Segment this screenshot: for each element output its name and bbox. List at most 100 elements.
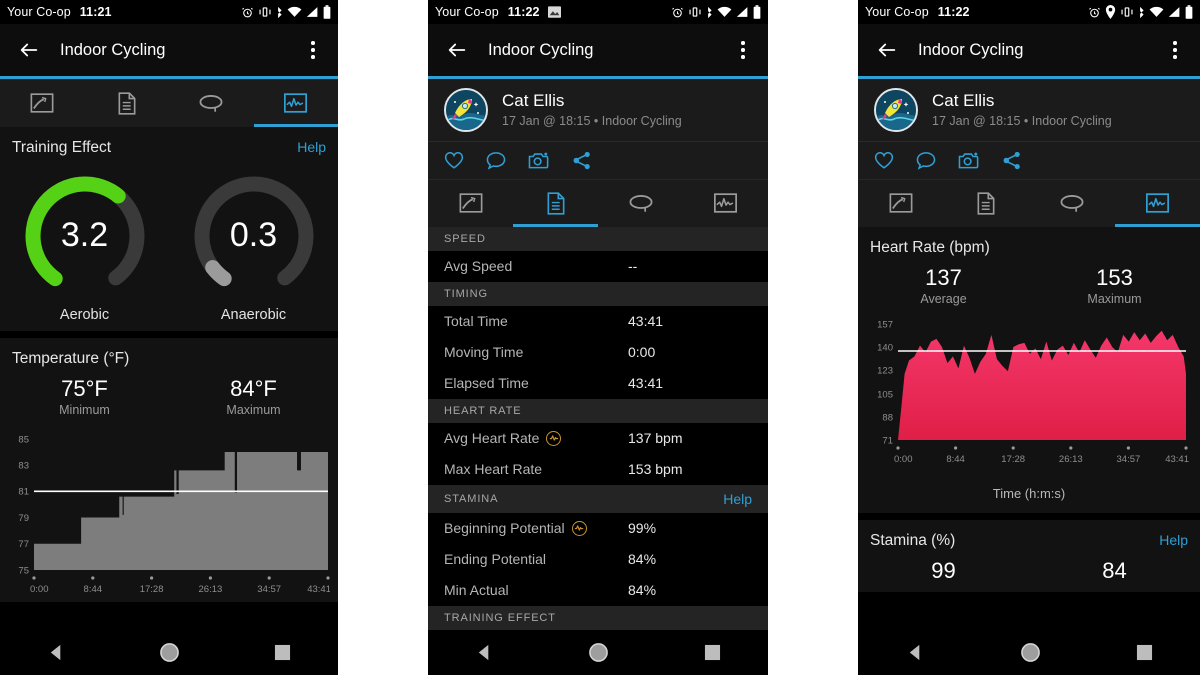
temperature-min-value: 75°F: [61, 375, 108, 401]
tab-graphs[interactable]: [1114, 180, 1200, 227]
detail-section-title: TRAINING EFFECT: [444, 611, 556, 624]
tab-indicator: [253, 124, 338, 127]
more-vertical-icon[interactable]: [1162, 35, 1188, 65]
share-icon[interactable]: [1002, 151, 1022, 170]
vibrate-icon: [1120, 6, 1134, 18]
detail-row-label: Min Actual: [444, 582, 509, 598]
comment-icon[interactable]: [486, 151, 506, 170]
detail-row: Total Time 43:41: [428, 306, 768, 337]
photo-icon[interactable]: [528, 151, 550, 170]
more-vertical-icon[interactable]: [730, 35, 756, 65]
vibrate-icon: [258, 6, 272, 18]
signal-icon: [1168, 6, 1181, 18]
tab-laps[interactable]: [1029, 180, 1115, 227]
detail-row: Avg Heart Rate 137 bpm: [428, 423, 768, 454]
clock-label: 11:22: [507, 5, 540, 19]
photo-icon[interactable]: [958, 151, 980, 170]
stamina-title: Stamina (%): [870, 531, 956, 549]
like-icon[interactable]: [874, 151, 894, 170]
share-icon[interactable]: [572, 151, 592, 170]
detail-section-header: SPEED: [428, 226, 768, 251]
nav-home-button[interactable]: [588, 642, 609, 663]
training-effect-gauges: 3.2 Aerobic 0.3 Anaerobic: [0, 161, 338, 331]
alarm-icon: [241, 6, 254, 19]
activity-detail-list: SPEED Avg Speed -- TIMING Total Time 43:41 Mov…: [428, 226, 768, 630]
screenshot-icon: [547, 6, 561, 18]
temperature-chart[interactable]: 85 83 81 79 77 75 0:00 8:44 17:28 26:13 34:57 43:41: [0, 425, 338, 602]
nav-back-button[interactable]: [47, 643, 66, 662]
detail-row-label-text: Ending Potential: [444, 551, 546, 567]
temperature-max-caption: Maximum: [226, 402, 281, 417]
rocket-avatar: [444, 87, 488, 132]
phone-panel-3: Your Co-op 11:22 Indoor Cycling Cat Elli…: [858, 0, 1200, 675]
app-bar-2: Indoor Cycling: [428, 24, 768, 76]
heart-rate-chart[interactable]: 157 140 123 105 88 71 0:00 8:44 17:28 26:13 34:57 4…: [858, 314, 1200, 476]
tab-map[interactable]: [428, 180, 513, 227]
tab-graphs[interactable]: [683, 180, 768, 227]
more-vertical-icon[interactable]: [300, 35, 326, 65]
wifi-icon: [717, 6, 732, 18]
detail-section-header: TRAINING EFFECT: [428, 605, 768, 630]
heart-rate-title: Heart Rate (bpm): [870, 238, 990, 256]
page-title: Indoor Cycling: [488, 40, 594, 59]
back-button[interactable]: [12, 33, 46, 67]
nav-back-button[interactable]: [475, 643, 494, 662]
user-header[interactable]: Cat Ellis 17 Jan @ 18:15 • Indoor Cyclin…: [428, 78, 768, 141]
tab-graphs[interactable]: [253, 80, 338, 127]
tab-indicator: [513, 224, 598, 227]
back-button[interactable]: [440, 33, 474, 67]
user-name: Cat Ellis: [502, 91, 565, 110]
nav-recents-button[interactable]: [704, 644, 721, 661]
detail-row-label: Avg Heart Rate: [444, 430, 562, 446]
svg-text:34:57: 34:57: [1117, 454, 1141, 465]
tab-map[interactable]: [858, 180, 944, 227]
signal-icon: [736, 6, 749, 18]
svg-text:43:41: 43:41: [307, 584, 330, 595]
stamina-help-link[interactable]: Help: [1159, 532, 1188, 548]
tab-laps[interactable]: [598, 180, 683, 227]
tab-details[interactable]: [85, 80, 170, 127]
svg-text:71: 71: [882, 435, 893, 446]
heart-rate-stats: 137 Average 153 Maximum: [858, 261, 1200, 314]
phone-panel-1: Your Co-op 11:21 Indoor Cycling Training…: [0, 0, 338, 675]
user-header[interactable]: Cat Ellis 17 Jan @ 18:15 • Indoor Cyclin…: [858, 78, 1200, 141]
svg-text:85: 85: [18, 434, 29, 445]
nav-recents-button[interactable]: [274, 644, 291, 661]
tab-map[interactable]: [0, 80, 85, 127]
bluetooth-icon: [706, 6, 713, 19]
detail-row-label: Total Time: [444, 313, 508, 329]
nav-back-button[interactable]: [906, 643, 925, 662]
nav-recents-button[interactable]: [1136, 644, 1153, 661]
detail-row-value: 137 bpm: [628, 430, 683, 446]
training-effect-help-link[interactable]: Help: [297, 139, 326, 155]
wifi-icon: [1149, 6, 1164, 18]
system-nav-bar-3: [858, 630, 1200, 675]
tab-bar-2: [428, 178, 768, 227]
back-button[interactable]: [870, 33, 904, 67]
detail-row-value: --: [628, 258, 638, 274]
bluetooth-icon: [1138, 6, 1145, 19]
like-icon[interactable]: [444, 151, 464, 170]
nav-home-button[interactable]: [159, 642, 180, 663]
firstbeat-badge-icon: [571, 520, 587, 536]
tab-details[interactable]: [944, 180, 1030, 227]
detail-row-value: 99%: [628, 520, 657, 536]
activity-meta: 17 Jan @ 18:15 • Indoor Cycling: [502, 114, 682, 128]
nav-home-button[interactable]: [1020, 642, 1041, 663]
svg-text:0:00: 0:00: [30, 584, 49, 595]
battery-icon: [323, 5, 331, 19]
bluetooth-icon: [276, 6, 283, 19]
tab-details[interactable]: [513, 180, 598, 227]
user-name: Cat Ellis: [932, 91, 995, 110]
comment-icon[interactable]: [916, 151, 936, 170]
tab-laps[interactable]: [169, 80, 254, 127]
svg-text:0:00: 0:00: [894, 454, 913, 465]
stamina-help-link[interactable]: Help: [723, 491, 752, 507]
page-title: Indoor Cycling: [918, 40, 1024, 59]
temperature-header: Temperature (°F): [0, 338, 338, 372]
firstbeat-badge-icon: [546, 430, 562, 446]
gauge-anaerobic-ring: 0.3: [189, 171, 319, 301]
training-effect-header: Training Effect Help: [0, 127, 338, 161]
gauge-aerobic: 3.2 Aerobic: [10, 171, 160, 323]
training-effect-title: Training Effect: [12, 138, 112, 156]
